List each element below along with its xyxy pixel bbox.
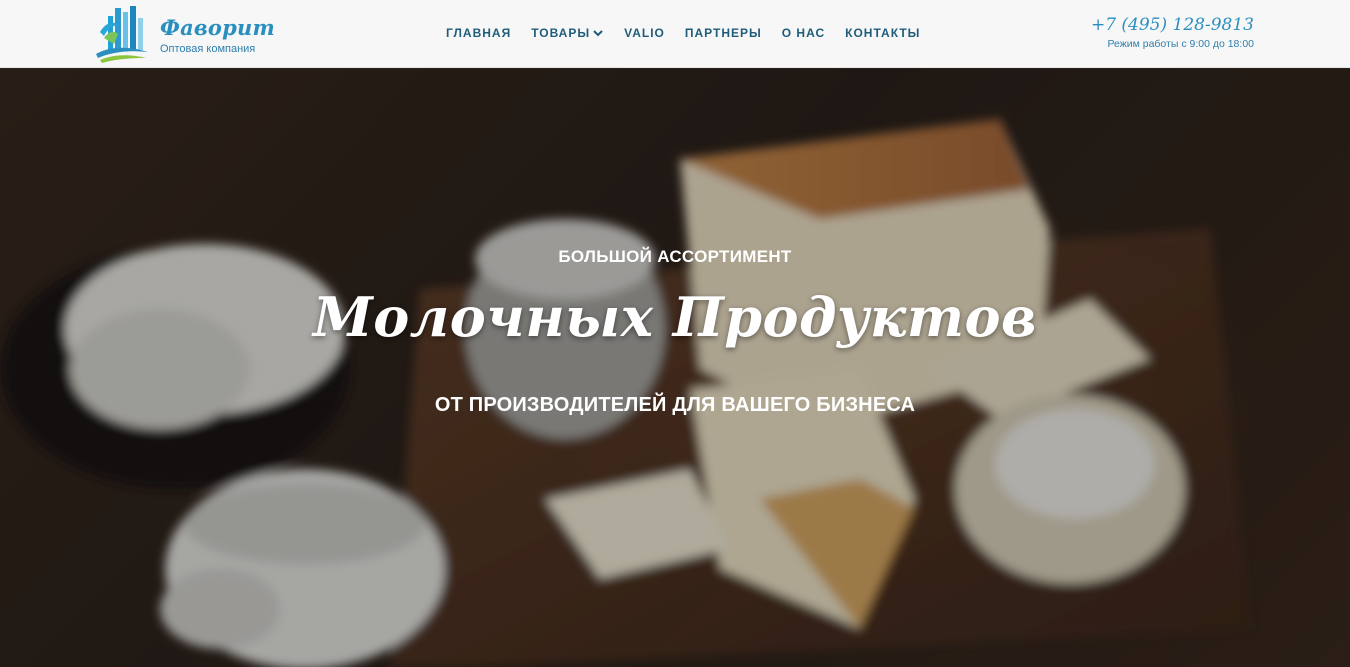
phone-link[interactable]: +7 (495) 128-9813 bbox=[1091, 15, 1254, 35]
nav-item-label: ТОВАРЫ bbox=[531, 26, 591, 40]
header-contact: +7 (495) 128-9813 Режим работы с 9:00 до… bbox=[1091, 15, 1254, 50]
hero-kicker: БОЛЬШОЙ АССОРТИМЕНТ bbox=[558, 247, 792, 266]
nav-item-home[interactable]: ГЛАВНАЯ bbox=[446, 26, 511, 40]
hero-title: Молочных Продуктов bbox=[312, 285, 1038, 349]
nav-item-valio[interactable]: VALIO bbox=[624, 26, 665, 40]
chevron-down-icon bbox=[593, 30, 603, 37]
nav-item-partners[interactable]: ПАРТНЕРЫ bbox=[685, 26, 762, 40]
logo-link[interactable]: Фаворит Оптовая компания bbox=[94, 4, 275, 64]
hero-subtitle: ОТ ПРОИЗВОДИТЕЛЕЙ ДЛЯ ВАШЕГО БИЗНЕСА bbox=[434, 394, 916, 416]
logo-name: Фаворит bbox=[160, 15, 275, 40]
nav-item-products[interactable]: ТОВАРЫ bbox=[531, 26, 604, 40]
nav-item-label: КОНТАКТЫ bbox=[845, 26, 921, 40]
nav-item-label: ГЛАВНАЯ bbox=[446, 26, 512, 40]
main-nav: ГЛАВНАЯ ТОВАРЫ VALIO ПАРТНЕРЫ О НАС КОНТ… bbox=[436, 22, 930, 44]
nav-item-about[interactable]: О НАС bbox=[782, 26, 825, 40]
working-hours: Режим работы с 9:00 до 18:00 bbox=[1107, 38, 1254, 50]
logo-icon bbox=[96, 6, 148, 63]
site-header: Фаворит Оптовая компания ГЛАВНАЯ ТОВАРЫ … bbox=[0, 0, 1350, 68]
nav-item-contacts[interactable]: КОНТАКТЫ bbox=[845, 26, 920, 40]
hero-banner: БОЛЬШОЙ АССОРТИМЕНТ Молочных Продуктов О… bbox=[0, 69, 1350, 667]
logo-tagline: Оптовая компания bbox=[160, 43, 256, 55]
nav-item-label: VALIO bbox=[624, 26, 665, 40]
nav-item-label: ПАРТНЕРЫ bbox=[684, 26, 762, 40]
hero-text: БОЛЬШОЙ АССОРТИМЕНТ Молочных Продуктов О… bbox=[0, 69, 1350, 667]
nav-item-label: О НАС bbox=[781, 26, 826, 40]
